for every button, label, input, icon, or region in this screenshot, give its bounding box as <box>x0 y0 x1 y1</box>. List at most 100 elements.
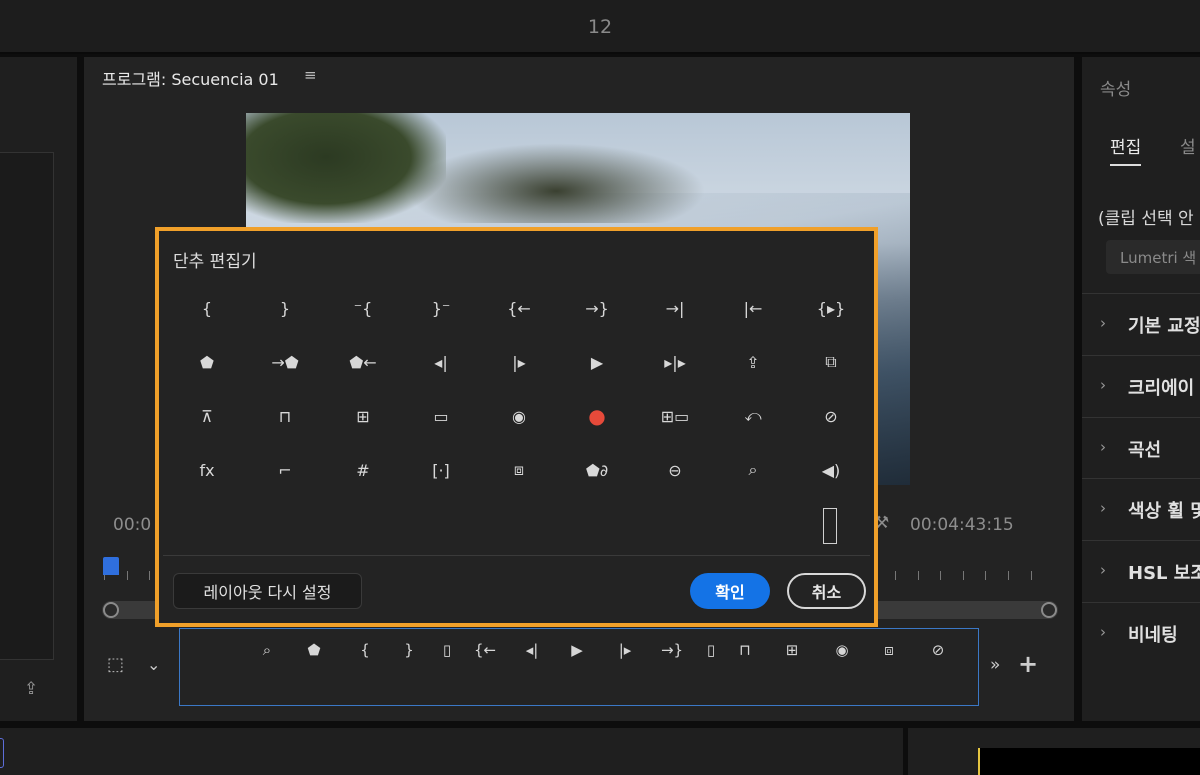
hamburger-icon[interactable]: ≡ <box>304 66 317 84</box>
selection-icon[interactable]: ⬚ <box>107 654 124 675</box>
divider <box>163 555 870 556</box>
timecode-duration: 00:04:43:15 <box>910 515 1014 535</box>
extract-icon[interactable]: ⊞ <box>777 635 807 665</box>
go-to-start-icon[interactable]: |← <box>725 288 781 328</box>
overwrite-icon[interactable]: ⧉ <box>803 342 859 382</box>
comparison-view-icon[interactable]: ⊘ <box>803 396 859 436</box>
zoom-clip-icon[interactable]: ⌕ <box>725 450 781 490</box>
section-header[interactable]: › 크리에이 <box>1082 355 1200 417</box>
ruler-tick <box>962 571 964 580</box>
section-label: 비네팅 <box>1128 625 1178 646</box>
add-marker-icon[interactable]: ⬟ <box>179 342 235 382</box>
grid-icon[interactable]: # <box>335 450 391 490</box>
step-back-icon[interactable]: ◂| <box>517 635 547 665</box>
tab-properties[interactable]: 속성 <box>1100 75 1131 100</box>
chevron-down-icon[interactable]: ⌄ <box>147 655 160 674</box>
button-editor-dialog: 단추 편집기 {} ⁻{ }⁻ {← →} →| |← {▸} ⬟ →⬟ ⬟← ◂| |▸ ▶ ▸|▸ ⇪ ⧉ ⊼… <box>155 227 878 627</box>
chevron-right-icon: › <box>1100 499 1106 517</box>
go-to-prev-edit-icon[interactable]: {← <box>470 635 500 665</box>
record-icon[interactable]: ● <box>569 396 625 436</box>
go-to-out-icon[interactable]: }⁻ <box>413 288 469 328</box>
film-strip-icon[interactable]: ⌐ <box>257 450 313 490</box>
program-title: 프로그램: Secuencia 01 <box>102 70 279 89</box>
play-icon[interactable]: ▶ <box>569 342 625 382</box>
lumetri-dropdown[interactable]: Lumetri 색 <box>1106 240 1200 274</box>
volume-icon[interactable]: ◀) <box>803 450 859 490</box>
ruler-tick <box>1008 571 1009 580</box>
undo-icon[interactable]: ⤺ <box>725 396 781 436</box>
go-to-end-icon[interactable]: →| <box>647 288 703 328</box>
spacer-icon[interactable]: ▯ <box>696 635 726 665</box>
bottom-panel-right <box>908 728 1200 775</box>
bottom-panel-left <box>0 728 903 775</box>
mark-out-icon[interactable]: } <box>257 288 313 328</box>
section-header[interactable]: › 비네팅 <box>1082 602 1200 664</box>
chevron-right-icon: › <box>1100 623 1106 641</box>
play-icon[interactable]: ▶ <box>562 635 592 665</box>
lift-icon[interactable]: ⊼ <box>179 396 235 436</box>
reset-layout-button[interactable]: 레이아웃 다시 설정 <box>173 573 362 609</box>
ok-button[interactable]: 확인 <box>690 573 770 609</box>
step-back-icon[interactable]: ◂| <box>413 342 469 382</box>
tab-edit[interactable]: 편집 <box>1110 133 1142 166</box>
link-marker-icon[interactable]: ⬟∂ <box>569 450 625 490</box>
chevron-right-icon: › <box>1100 314 1106 332</box>
dialog-title: 단추 편집기 <box>173 252 257 272</box>
mark-in-icon[interactable]: { <box>179 288 235 328</box>
scrollbar-right-handle[interactable] <box>1041 602 1057 618</box>
spacer-icon[interactable]: ▯ <box>432 635 462 665</box>
play-around-icon[interactable]: ▸|▸ <box>647 342 703 382</box>
ruler-tick <box>126 571 128 580</box>
fx-icon[interactable]: fx <box>179 450 235 490</box>
scrollbar-left-handle[interactable] <box>103 602 119 618</box>
toggle-proxies-icon[interactable]: ⧈ <box>491 450 547 490</box>
go-to-prev-marker-icon[interactable]: ⬟← <box>335 342 391 382</box>
left-panel: ⇪ <box>0 57 77 721</box>
camera-icon[interactable]: ◉ <box>827 635 857 665</box>
add-marker-icon[interactable]: ⬟ <box>299 635 329 665</box>
section-header[interactable]: › 곡선 <box>1082 417 1200 479</box>
ruler-tick <box>895 571 896 580</box>
more-icon[interactable]: » <box>990 655 1000 675</box>
extract-icon[interactable]: ⊓ <box>257 396 313 436</box>
ruler-tick <box>917 571 919 580</box>
left-panel-content <box>0 152 54 660</box>
mark-in-icon[interactable]: { <box>350 635 380 665</box>
section-header[interactable]: › HSL 보조 <box>1082 540 1200 602</box>
toggle-proxies-icon[interactable]: ⧈ <box>874 635 904 665</box>
section-label: 곡선 <box>1128 440 1162 461</box>
go-to-next-edit-icon[interactable]: →} <box>569 288 625 328</box>
section-header[interactable]: › 색상 휠 및 <box>1082 478 1200 540</box>
zoom-clip-icon[interactable]: ⌕ <box>252 635 282 665</box>
vr-video-icon[interactable]: ⊖ <box>647 450 703 490</box>
lift-icon[interactable]: ⊓ <box>730 635 760 665</box>
ruler-tick <box>149 571 151 580</box>
tab-settings[interactable]: 설 <box>1180 133 1196 158</box>
spacer-icon[interactable] <box>823 508 837 544</box>
trim-icon[interactable]: [·] <box>413 450 469 490</box>
chevron-right-icon: › <box>1100 376 1106 394</box>
insert-icon[interactable]: ⊞ <box>335 396 391 436</box>
go-to-next-marker-icon[interactable]: →⬟ <box>257 342 313 382</box>
ruler-tick <box>940 571 942 580</box>
cancel-button[interactable]: 취소 <box>787 573 866 609</box>
go-to-in-icon[interactable]: ⁻{ <box>335 288 391 328</box>
section-header[interactable]: › 기본 교정 <box>1082 293 1200 355</box>
export-icon[interactable]: ⇪ <box>24 679 38 699</box>
go-to-prev-edit-icon[interactable]: {← <box>491 288 547 328</box>
transport-bar: ⌕ ⬟{} ▯ {← ◂| ▶ |▸ →} ▯ ⊓ ⊞ ◉ ⧈ ⊘ <box>179 628 979 706</box>
go-to-next-edit-icon[interactable]: →} <box>657 635 687 665</box>
step-forward-icon[interactable]: |▸ <box>610 635 640 665</box>
safe-margins-icon[interactable]: ▭ <box>413 396 469 436</box>
add-button-icon[interactable]: + <box>1018 650 1038 678</box>
step-forward-icon[interactable]: |▸ <box>491 342 547 382</box>
mark-out-icon[interactable]: } <box>394 635 424 665</box>
comparison-view-icon[interactable]: ⊘ <box>923 635 953 665</box>
camera-icon[interactable]: ◉ <box>491 396 547 436</box>
playhead[interactable] <box>103 557 119 575</box>
timecode-current[interactable]: 00:0 <box>113 515 151 535</box>
multicam-icon[interactable]: ⊞▭ <box>647 396 703 436</box>
export-frame-up-icon[interactable]: ⇪ <box>725 342 781 382</box>
play-in-to-out-icon[interactable]: {▸} <box>803 288 859 328</box>
chevron-right-icon: › <box>1100 561 1106 579</box>
